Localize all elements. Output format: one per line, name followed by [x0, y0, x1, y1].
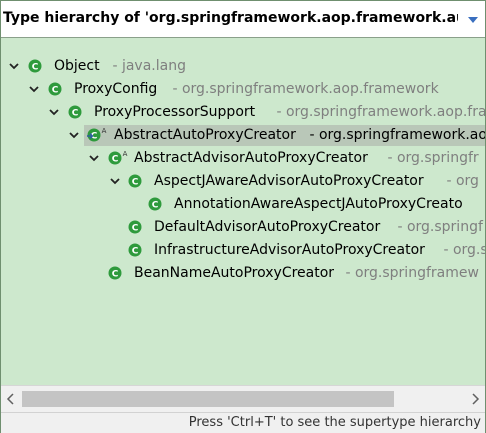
- package-name: - org.springframework.aop.framework: [168, 81, 439, 97]
- class-name: AbstractAdvisorAutoProxyCreator: [134, 150, 368, 166]
- expanded-chevron-icon[interactable]: [48, 106, 60, 118]
- expanded-chevron-icon[interactable]: [68, 129, 80, 141]
- class-icon: C: [128, 174, 142, 188]
- abstract-class-focus-icon: CA: [87, 127, 107, 142]
- package-name: - org.springframew: [341, 265, 479, 281]
- svg-text:C: C: [132, 224, 139, 234]
- class-icon: C: [108, 266, 122, 280]
- svg-text:C: C: [112, 155, 119, 165]
- svg-text:C: C: [52, 86, 59, 96]
- svg-text:C: C: [132, 247, 139, 257]
- tree-item-abstractadvisorautoproxycreator[interactable]: CA AbstractAdvisorAutoProxyCreator - org…: [1, 147, 485, 169]
- tree-item-annotationawareaspectjautoproxycreator[interactable]: C AnnotationAwareAspectJAutoProxyCreato: [1, 193, 485, 215]
- expanded-chevron-icon[interactable]: [88, 152, 100, 164]
- tree-item-aspectjawareadvisorautoproxycreator[interactable]: C AspectJAwareAdvisorAutoProxyCreator - …: [1, 170, 485, 192]
- tree-item-defaultadvisorautoproxycreator[interactable]: C DefaultAdvisorAutoProxyCreator - org.s…: [1, 216, 485, 238]
- class-icon: C: [128, 220, 142, 234]
- horizontal-scrollbar[interactable]: [1, 385, 485, 412]
- class-name: Object: [54, 58, 100, 74]
- class-icon: C: [148, 197, 162, 211]
- tree-item-proxyconfig[interactable]: C ProxyConfig - org.springframework.aop.…: [1, 78, 485, 100]
- class-name: ProxyProcessorSupport: [94, 104, 256, 120]
- expanded-chevron-icon[interactable]: [28, 83, 40, 95]
- svg-text:C: C: [72, 109, 79, 119]
- scroll-right-arrow-icon[interactable]: [465, 386, 485, 412]
- tree-item-beannameautoproxycreator[interactable]: C BeanNameAutoProxyCreator - org.springf…: [1, 262, 485, 284]
- package-name: - org: [442, 173, 479, 189]
- class-name: BeanNameAutoProxyCreator: [134, 265, 335, 281]
- class-name: AspectJAwareAdvisorAutoProxyCreator: [154, 173, 424, 189]
- view-title: Type hierarchy of 'org.springframework.a…: [3, 10, 458, 26]
- class-name: InfrastructureAdvisorAutoProxyCreator: [154, 242, 425, 258]
- svg-text:A: A: [102, 127, 107, 135]
- package-name: - org.springframework.aop.framework: [272, 104, 485, 120]
- type-hierarchy-view: Type hierarchy of 'org.springframework.a…: [0, 0, 486, 433]
- svg-text:C: C: [112, 270, 119, 280]
- svg-text:C: C: [32, 63, 39, 73]
- tree-item-infrastructureadvisorautoproxycreator[interactable]: C InfrastructureAdvisorAutoProxyCreator …: [1, 239, 485, 261]
- class-name: ProxyConfig: [74, 81, 158, 97]
- class-name: DefaultAdvisorAutoProxyCreator: [154, 219, 381, 235]
- tree-item-abstractautoproxycreator[interactable]: CA AbstractAutoProxyCreator - org.spring…: [1, 124, 485, 146]
- svg-text:C: C: [152, 201, 159, 211]
- package-name: - org.springframework.aop.framework.a: [305, 127, 485, 143]
- svg-text:A: A: [123, 150, 128, 158]
- package-name: - java.lang: [108, 58, 186, 74]
- expanded-chevron-icon[interactable]: [109, 175, 121, 187]
- tree-item-proxyprocessorsupport[interactable]: C ProxyProcessorSupport - org.springfram…: [1, 101, 485, 123]
- scroll-left-arrow-icon[interactable]: [1, 386, 21, 412]
- package-name: - org.springfr: [383, 150, 479, 166]
- class-name: AbstractAutoProxyCreator: [114, 127, 296, 143]
- package-name: - org.springf: [393, 219, 483, 235]
- view-menu-chevron-down-icon[interactable]: [465, 13, 481, 27]
- tree-item-object[interactable]: C Object - java.lang: [1, 55, 485, 77]
- status-hint: Press 'Ctrl+T' to see the supertype hier…: [188, 415, 481, 430]
- class-icon: C: [68, 105, 82, 119]
- class-icon: C: [48, 82, 62, 96]
- hierarchy-tree: C Object - java.lang C ProxyConfig - org…: [1, 55, 485, 385]
- abstract-class-icon: CA: [108, 150, 128, 165]
- package-name: - org.s: [439, 242, 485, 258]
- class-icon: C: [128, 243, 142, 257]
- status-bar: Press 'Ctrl+T' to see the supertype hier…: [1, 412, 485, 433]
- class-icon: C: [28, 59, 42, 73]
- scrollbar-thumb[interactable]: [22, 391, 394, 407]
- view-header: Type hierarchy of 'org.springframework.a…: [1, 1, 485, 38]
- class-name: AnnotationAwareAspectJAutoProxyCreato: [174, 196, 463, 212]
- expanded-chevron-icon[interactable]: [8, 60, 20, 72]
- svg-text:C: C: [132, 178, 139, 188]
